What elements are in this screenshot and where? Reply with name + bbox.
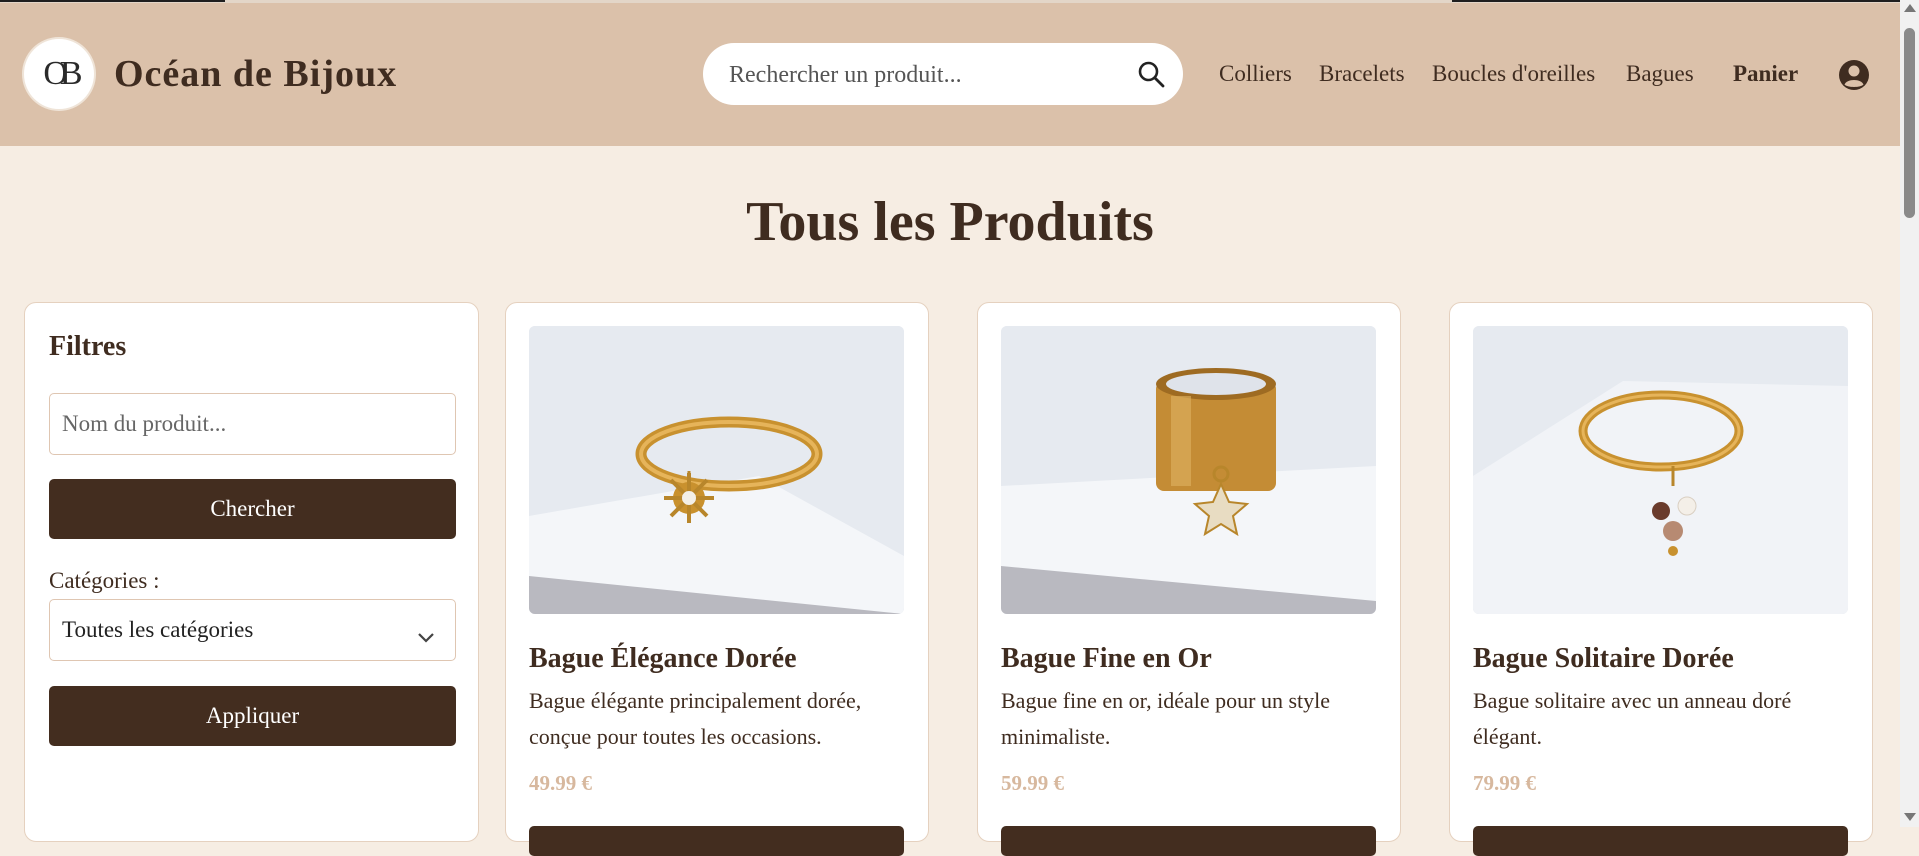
product-description: Bague fine en or, idéale pour un style m…: [1001, 688, 1331, 749]
apply-button[interactable]: Appliquer: [49, 686, 456, 746]
top-border-segment: [1452, 0, 1900, 2]
category-label: Catégories :: [49, 568, 160, 593]
scrollbar-thumb[interactable]: [1904, 28, 1915, 218]
product-card[interactable]: Bague Solitaire Dorée Bague solitaire av…: [1449, 302, 1873, 856]
filters-title: Filtres: [49, 331, 127, 362]
header-search: [703, 43, 1183, 105]
chevron-down-icon: [417, 624, 435, 650]
category-select[interactable]: Toutes les catégories: [49, 599, 456, 661]
scroll-up-arrow-icon[interactable]: [1904, 4, 1916, 12]
page-title: Tous les Produits: [746, 191, 1154, 253]
brand-logo[interactable]: OB: [24, 39, 94, 109]
product-name[interactable]: Bague Solitaire Dorée: [1473, 643, 1734, 675]
top-border-segment: [0, 0, 225, 2]
product-price: 59.99 €: [1001, 771, 1064, 795]
scroll-down-arrow-icon[interactable]: [1904, 813, 1916, 821]
product-image[interactable]: [1473, 326, 1848, 614]
product-description: Bague élégante principalement dorée, con…: [529, 688, 862, 749]
product-image[interactable]: [1001, 326, 1376, 614]
nav-colliers[interactable]: Colliers: [1219, 61, 1292, 87]
product-name[interactable]: Bague Fine en Or: [1001, 643, 1212, 675]
nav-cart[interactable]: Panier: [1733, 61, 1798, 87]
add-to-cart-button[interactable]: [529, 826, 904, 856]
nav-bagues[interactable]: Bagues: [1626, 61, 1694, 87]
add-to-cart-button[interactable]: [1001, 826, 1376, 856]
search-icon[interactable]: [1137, 60, 1165, 93]
search-button[interactable]: Chercher: [49, 479, 456, 539]
search-input[interactable]: [727, 53, 1111, 97]
account-icon[interactable]: [1838, 59, 1870, 96]
filters-panel: Filtres Chercher Catégories : Toutes les…: [24, 302, 479, 842]
vertical-scrollbar[interactable]: [1900, 0, 1919, 827]
site-header: OB Océan de Bijoux Colliers Bracelets Bo…: [0, 3, 1900, 146]
product-card[interactable]: Bague Élégance Dorée Bague élégante prin…: [505, 302, 929, 856]
product-name-input[interactable]: [49, 393, 456, 455]
brand-name[interactable]: Océan de Bijoux: [114, 52, 397, 96]
product-card[interactable]: Bague Fine en Or Bague fine en or, idéal…: [977, 302, 1401, 856]
nav-boucles-oreilles[interactable]: Boucles d'oreilles: [1432, 61, 1595, 87]
product-description: Bague solitaire avec un anneau doré élég…: [1473, 688, 1792, 749]
add-to-cart-button[interactable]: [1473, 826, 1848, 856]
product-price: 79.99 €: [1473, 771, 1536, 795]
logo-monogram: OB: [43, 55, 82, 92]
nav-bracelets[interactable]: Bracelets: [1319, 61, 1405, 87]
product-price: 49.99 €: [529, 771, 592, 795]
product-image[interactable]: [529, 326, 904, 614]
category-selected-value: Toutes les catégories: [62, 617, 254, 642]
product-name[interactable]: Bague Élégance Dorée: [529, 643, 797, 675]
